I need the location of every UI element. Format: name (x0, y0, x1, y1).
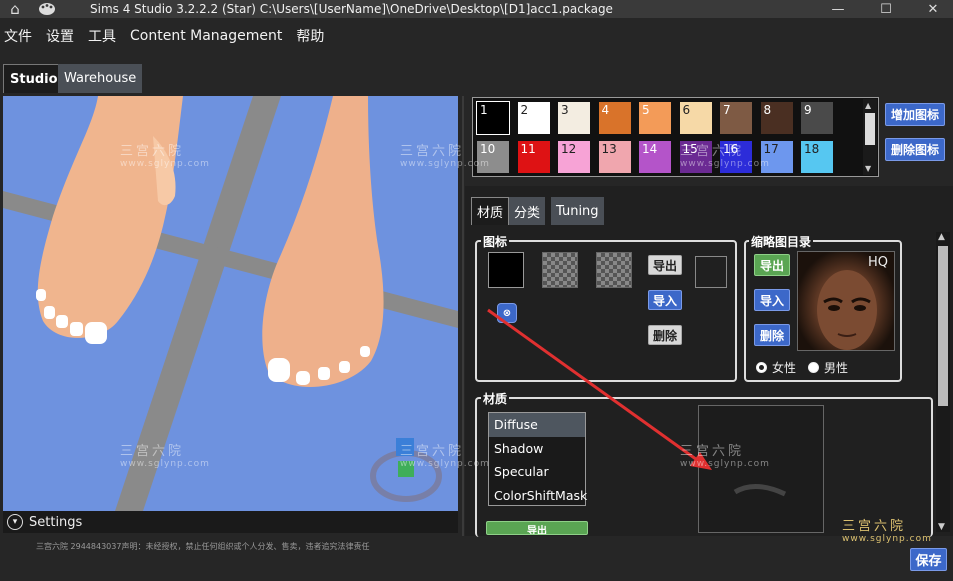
watermark-logo: 三宫六院 www.sglynp.com (120, 444, 210, 469)
watermark-logo: 三宫六院 www.sglynp.com (400, 444, 490, 469)
annotation-arrow (487, 308, 712, 470)
watermark-brand-logo: 三宫六院 www.sglynp.com (842, 519, 932, 544)
watermark-logo: 三宫六院 www.sglynp.com (680, 444, 770, 469)
watermark-logo: 三宫六院 www.sglynp.com (680, 144, 770, 169)
watermark-logo: 三宫六院 www.sglynp.com (400, 144, 490, 169)
watermark-logo: 三宫六院 www.sglynp.com (120, 144, 210, 169)
